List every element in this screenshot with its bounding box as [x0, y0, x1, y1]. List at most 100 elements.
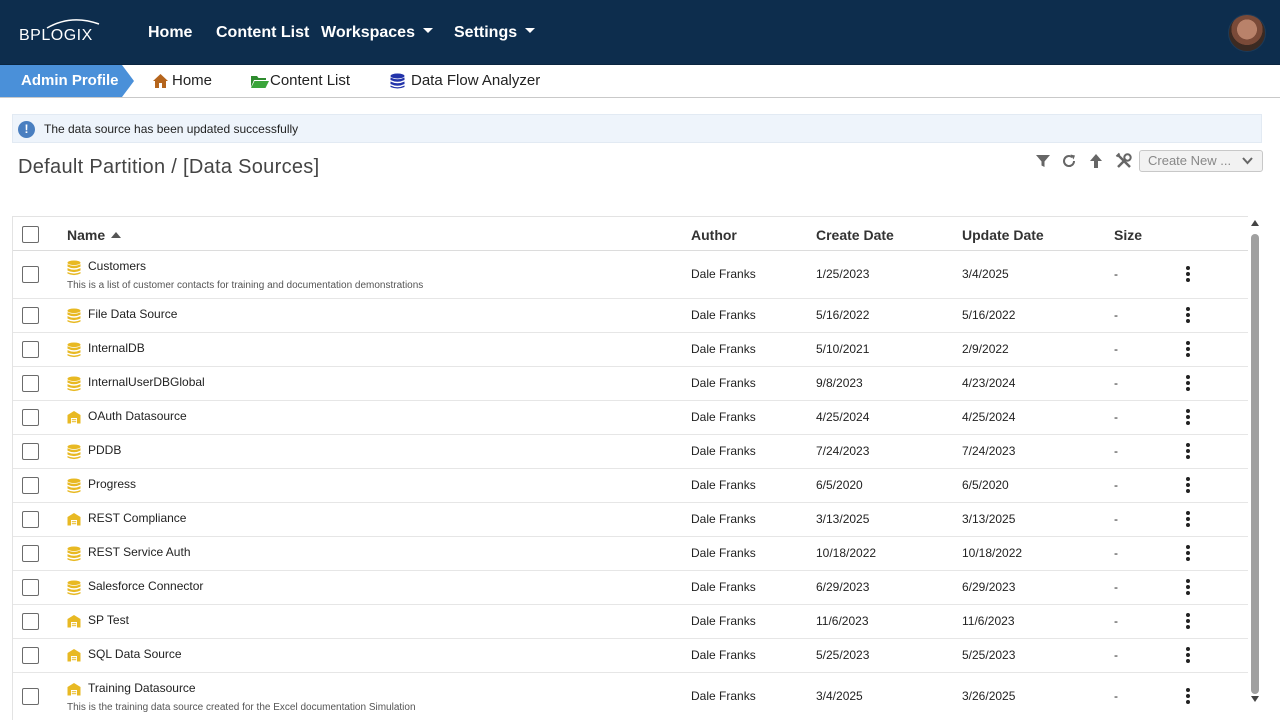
row-menu-kebab-icon[interactable]	[1185, 579, 1191, 595]
database-icon	[390, 73, 405, 89]
row-author: Dale Franks	[691, 376, 756, 390]
up-arrow-icon[interactable]	[1087, 152, 1105, 170]
row-update-date: 4/23/2024	[962, 376, 1016, 390]
row-menu-kebab-icon[interactable]	[1185, 477, 1191, 493]
table-row[interactable]: Customers This is a list of customer cont…	[13, 251, 1248, 299]
row-size: -	[1114, 512, 1118, 526]
row-name-link[interactable]: SP Test	[88, 613, 129, 627]
tools-icon[interactable]	[1115, 152, 1133, 170]
scroll-up-arrow-icon[interactable]	[1251, 220, 1259, 226]
column-header-author[interactable]: Author	[691, 227, 737, 243]
row-author: Dale Franks	[691, 267, 756, 281]
row-menu-kebab-icon[interactable]	[1185, 613, 1191, 629]
row-name-link[interactable]: InternalDB	[88, 341, 145, 355]
page-title: Default Partition / [Data Sources]	[18, 156, 320, 178]
row-menu-kebab-icon[interactable]	[1185, 647, 1191, 663]
row-menu-kebab-icon[interactable]	[1185, 511, 1191, 527]
database-icon	[67, 478, 81, 494]
row-name-link[interactable]: Progress	[88, 477, 136, 491]
column-header-create-date[interactable]: Create Date	[816, 227, 894, 243]
create-new-dropdown[interactable]: Create New ...	[1139, 150, 1263, 172]
row-checkbox[interactable]	[22, 307, 39, 324]
row-menu-kebab-icon[interactable]	[1185, 307, 1191, 323]
row-update-date: 5/25/2023	[962, 648, 1016, 662]
row-menu-kebab-icon[interactable]	[1185, 443, 1191, 459]
admin-profile-tab[interactable]: Admin Profile	[0, 65, 134, 97]
row-checkbox[interactable]	[22, 545, 39, 562]
row-name-link[interactable]: REST Compliance	[88, 511, 186, 525]
filter-icon[interactable]	[1034, 152, 1052, 170]
top-navbar: BPLOGIX Home Content List Workspaces Set…	[0, 0, 1280, 65]
table-row[interactable]: REST Compliance Dale Franks 3/13/2025 3/13/…	[13, 503, 1248, 537]
table-row[interactable]: Salesforce Connector Dale Franks 6/29/2023…	[13, 571, 1248, 605]
column-header-update-date[interactable]: Update Date	[962, 227, 1044, 243]
database-icon	[67, 376, 81, 392]
row-name-link[interactable]: InternalUserDBGlobal	[88, 375, 205, 389]
row-name-link[interactable]: REST Service Auth	[88, 545, 191, 559]
breadcrumb-data-flow-analyzer[interactable]: Data Flow Analyzer	[390, 65, 540, 97]
table-row[interactable]: OAuth Datasource Dale Franks 4/25/2024 4/25…	[13, 401, 1248, 435]
row-create-date: 7/24/2023	[816, 444, 870, 458]
row-checkbox[interactable]	[22, 511, 39, 528]
row-create-date: 4/25/2024	[816, 410, 870, 424]
table-row[interactable]: File Data Source Dale Franks 5/16/2022 5/16…	[13, 299, 1248, 333]
row-update-date: 10/18/2022	[962, 546, 1023, 560]
caret-down-icon	[525, 28, 536, 34]
row-update-date: 7/24/2023	[962, 444, 1016, 458]
row-name-link[interactable]: Customers	[88, 259, 146, 273]
chevron-down-icon	[1242, 157, 1253, 165]
table-row[interactable]: Progress Dale Franks 6/5/2020 6/5/2020 -	[13, 469, 1248, 503]
column-header-name[interactable]: Name	[67, 227, 122, 243]
table-scrollbar[interactable]	[1249, 216, 1263, 708]
bplogix-logo[interactable]: BPLOGIX	[19, 18, 109, 48]
row-checkbox[interactable]	[22, 647, 39, 664]
row-checkbox[interactable]	[22, 613, 39, 630]
row-menu-kebab-icon[interactable]	[1185, 266, 1191, 282]
nav-home[interactable]: Home	[148, 24, 192, 42]
table-row[interactable]: Training Datasource This is the training …	[13, 673, 1248, 720]
table-row[interactable]: PDDB Dale Franks 7/24/2023 7/24/2023 -	[13, 435, 1248, 469]
nav-content-list[interactable]: Content List	[216, 24, 309, 42]
row-name-link[interactable]: Salesforce Connector	[88, 579, 203, 593]
database-icon	[67, 580, 81, 596]
row-checkbox[interactable]	[22, 266, 39, 283]
row-checkbox[interactable]	[22, 443, 39, 460]
table-row[interactable]: SQL Data Source Dale Franks 5/25/2023 5/25/…	[13, 639, 1248, 673]
row-menu-kebab-icon[interactable]	[1185, 409, 1191, 425]
table-row[interactable]: REST Service Auth Dale Franks 10/18/2022 10…	[13, 537, 1248, 571]
row-menu-kebab-icon[interactable]	[1185, 341, 1191, 357]
scrollbar-thumb[interactable]	[1251, 234, 1259, 694]
row-checkbox[interactable]	[22, 409, 39, 426]
nav-workspaces[interactable]: Workspaces	[321, 24, 433, 42]
row-checkbox[interactable]	[22, 477, 39, 494]
breadcrumb-home[interactable]: Home	[152, 65, 212, 97]
nav-settings[interactable]: Settings	[454, 24, 536, 42]
row-checkbox[interactable]	[22, 688, 39, 705]
refresh-icon[interactable]	[1060, 152, 1078, 170]
select-all-checkbox[interactable]	[22, 226, 39, 243]
row-menu-kebab-icon[interactable]	[1185, 375, 1191, 391]
row-checkbox[interactable]	[22, 341, 39, 358]
row-name-link[interactable]: File Data Source	[88, 307, 177, 321]
row-name-link[interactable]: Training Datasource	[88, 681, 196, 695]
row-create-date: 5/16/2022	[816, 308, 870, 322]
data-sources-table: Name Author Create Date Update Date Size…	[12, 216, 1248, 720]
table-row[interactable]: SP Test Dale Franks 11/6/2023 11/6/2023 -	[13, 605, 1248, 639]
table-row[interactable]: InternalUserDBGlobal Dale Franks 9/8/2023 4…	[13, 367, 1248, 401]
row-author: Dale Franks	[691, 580, 756, 594]
scroll-down-arrow-icon[interactable]	[1251, 696, 1259, 702]
row-checkbox[interactable]	[22, 579, 39, 596]
row-name-link[interactable]: SQL Data Source	[88, 647, 182, 661]
nav-settings-label: Settings	[454, 24, 518, 41]
row-menu-kebab-icon[interactable]	[1185, 688, 1191, 704]
row-name-link[interactable]: PDDB	[88, 443, 121, 457]
breadcrumb-content-list[interactable]: Content List	[250, 65, 350, 97]
column-header-size[interactable]: Size	[1114, 227, 1142, 243]
row-menu-kebab-icon[interactable]	[1185, 545, 1191, 561]
row-size: -	[1114, 580, 1118, 594]
row-checkbox[interactable]	[22, 375, 39, 392]
table-row[interactable]: InternalDB Dale Franks 5/10/2021 2/9/2022 -	[13, 333, 1248, 367]
row-name-link[interactable]: OAuth Datasource	[88, 409, 187, 423]
row-create-date: 6/5/2020	[816, 478, 863, 492]
user-avatar[interactable]	[1228, 14, 1266, 52]
